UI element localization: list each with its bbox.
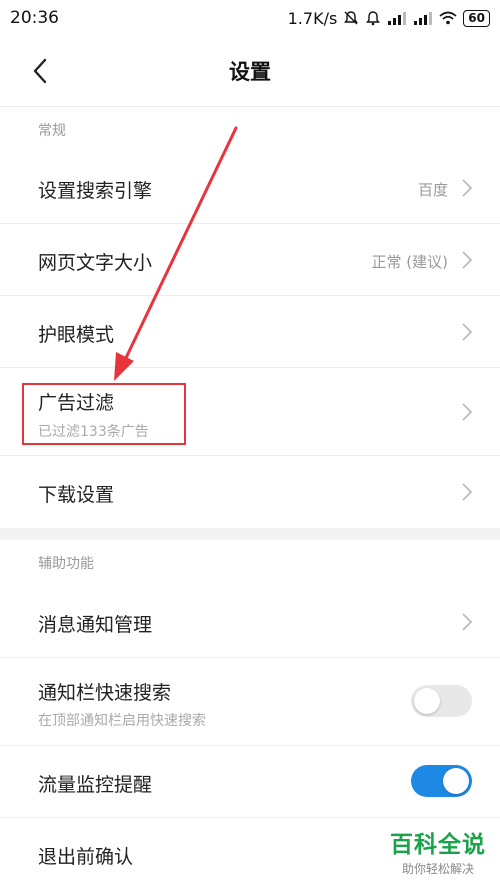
setting-label: 下载设置	[38, 484, 115, 506]
signal-icon-2	[414, 12, 433, 25]
net-speed: 1.7K/s	[287, 8, 338, 28]
setting-value: 正常 (建议)	[371, 253, 448, 271]
battery-icon: 60	[463, 9, 490, 27]
setting-label: 通知栏快速搜索	[38, 682, 172, 704]
chevron-right-icon	[462, 403, 473, 421]
chevron-right-icon	[462, 323, 473, 341]
quick-search-toggle[interactable]	[411, 685, 472, 717]
setting-subtitle: 在顶部通知栏启用快速搜索	[38, 713, 206, 729]
setting-eye-care[interactable]: 护眼模式	[0, 296, 500, 368]
watermark-title: 百科全说	[390, 832, 486, 858]
setting-label: 设置搜索引擎	[38, 180, 153, 202]
status-bar: 20:36 1.7K/s 60	[0, 0, 500, 36]
setting-label: 退出前确认	[38, 846, 134, 868]
section-header-accessibility: 辅助功能	[38, 556, 94, 572]
section-header-general: 常规	[38, 123, 66, 139]
chevron-right-icon	[462, 179, 473, 197]
wifi-icon	[439, 11, 457, 25]
watermark-subtitle: 助你轻松解决	[401, 862, 474, 876]
toggle-knob	[443, 768, 469, 794]
setting-label: 流量监控提醒	[38, 774, 153, 796]
setting-download[interactable]: 下载设置	[0, 456, 500, 528]
watermark-logo: 百科全说 助你轻松解决	[390, 825, 486, 877]
traffic-monitor-toggle[interactable]	[411, 765, 472, 797]
setting-label: 网页文字大小	[38, 252, 153, 274]
toggle-knob	[414, 688, 440, 714]
status-time: 20:36	[10, 8, 59, 28]
chevron-right-icon	[462, 613, 473, 631]
chevron-right-icon	[462, 251, 473, 269]
setting-label: 护眼模式	[38, 324, 115, 346]
setting-quick-search: 通知栏快速搜索 在顶部通知栏启用快速搜索	[0, 658, 500, 746]
section-divider	[0, 528, 500, 540]
bell-icon	[366, 11, 381, 26]
chevron-right-icon	[462, 483, 473, 501]
setting-label: 消息通知管理	[38, 614, 153, 636]
page-title: 设置	[229, 60, 271, 84]
setting-font-size[interactable]: 网页文字大小 正常 (建议)	[0, 224, 500, 296]
alarm-off-icon	[344, 11, 359, 25]
status-icons: 1.7K/s 60	[288, 9, 490, 28]
setting-value: 百度	[417, 181, 448, 199]
setting-traffic-monitor: 流量监控提醒	[0, 746, 500, 818]
app-bar: 设置	[0, 36, 500, 107]
highlight-box	[22, 383, 186, 445]
signal-icon	[388, 12, 407, 25]
setting-search-engine[interactable]: 设置搜索引擎 百度	[0, 152, 500, 224]
setting-notification-manage[interactable]: 消息通知管理	[0, 586, 500, 658]
